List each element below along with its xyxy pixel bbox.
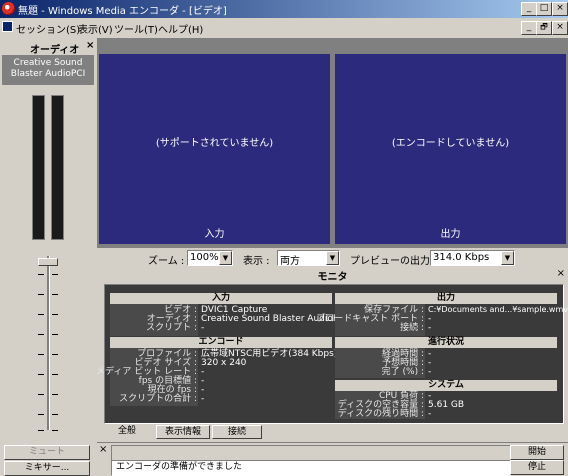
stop-button[interactable]: 停止 — [510, 460, 564, 475]
encode-value-video-size: 320 x 240 — [201, 358, 247, 368]
preview-output-select[interactable]: 314.0 Kbps ▼ — [430, 250, 515, 266]
input-video-message: (サポートされていません) — [155, 138, 274, 149]
output-label-connection: 接続 : — [400, 323, 424, 333]
input-value-script: - — [201, 323, 205, 333]
menu-help[interactable]: ヘルプ(H) — [158, 21, 203, 36]
menu-tools[interactable]: ツール(T) — [114, 21, 158, 36]
view-value: 両方 — [280, 256, 300, 267]
progress-bar — [111, 445, 511, 461]
menu-view[interactable]: 表示(V) — [78, 21, 113, 36]
output-video-pane: (エンコードしていません) 出力 — [335, 54, 566, 244]
output-video-message: (エンコードしていません) — [391, 138, 510, 149]
input-video-pane: (サポートされていません) 入力 — [99, 54, 330, 244]
close-icon[interactable]: × — [99, 444, 107, 455]
bottom-divider — [97, 442, 568, 443]
menu-bar: セッション(S) 表示(V) ツール(T) ヘルプ(H) _ 🗗 × — [0, 18, 568, 36]
preview-controls: ズーム : 100% ▼ 表示 : 両方 ▼ プレビューの出力 : 314.0 … — [97, 248, 568, 268]
preview-output-label: プレビューの出力 : — [350, 256, 437, 267]
chevron-down-icon[interactable]: ▼ — [326, 251, 339, 265]
output-value-connection: - — [428, 323, 432, 333]
mdi-restore-button[interactable]: 🗗 — [536, 21, 552, 35]
output-section-title: 出力 — [335, 293, 557, 304]
input-label-script: スクリプト : — [146, 323, 197, 333]
app-icon — [2, 2, 15, 15]
menu-session[interactable]: セッション(S) — [16, 21, 80, 36]
title-bar: 無題 - Windows Media エンコーダ - [ビデオ] _ □ × — [0, 0, 568, 18]
encode-section-title: エンコード — [110, 337, 332, 348]
document-icon[interactable] — [2, 21, 13, 32]
audio-level-meter-left — [32, 95, 45, 240]
start-button[interactable]: 開始 — [510, 445, 564, 460]
zoom-value: 100% — [190, 252, 219, 263]
mdi-minimize-button[interactable]: _ — [521, 21, 537, 35]
audio-panel-header: オーディオ × — [0, 38, 97, 56]
view-label: 表示 : — [243, 256, 270, 267]
output-video-label: 出力 — [440, 229, 461, 240]
view-select[interactable]: 両方 ▼ — [277, 250, 340, 267]
encode-value-script-total: - — [201, 394, 205, 404]
system-section-title: システム — [335, 380, 557, 391]
system-value-disk-time: - — [428, 409, 432, 419]
close-icon[interactable]: × — [86, 40, 94, 51]
mixer-button[interactable]: ミキサー... — [4, 461, 90, 476]
mdi-close-button[interactable]: × — [552, 21, 568, 35]
tab-display-info[interactable]: 表示情報 — [156, 425, 210, 439]
video-area: (サポートされていません) 入力 (エンコードしていません) 出力 — [97, 38, 568, 248]
window-title: 無題 - Windows Media エンコーダ - [ビデオ] — [18, 6, 227, 17]
audio-device-name: Creative Sound Blaster AudioPCI — [2, 55, 94, 85]
encode-label-script-total: スクリプトの合計 : — [119, 394, 197, 404]
progress-value-complete: - — [428, 367, 432, 377]
zoom-label: ズーム : — [148, 256, 185, 267]
input-video-label: 入力 — [204, 229, 225, 240]
volume-ticks — [38, 256, 58, 436]
monitor-title: モニタ — [317, 272, 348, 283]
system-label-disk-time: ディスクの残り時間 : — [337, 409, 424, 419]
audio-panel: オーディオ × Creative Sound Blaster AudioPCI … — [0, 38, 97, 476]
progress-label-complete: 完了 (%) : — [381, 367, 424, 377]
progress-section-title: 進行状況 — [335, 337, 557, 348]
chevron-down-icon[interactable]: ▼ — [219, 251, 232, 265]
close-icon[interactable]: × — [557, 268, 565, 279]
preview-output-value: 314.0 Kbps — [433, 252, 490, 263]
system-value-disk-free: 5.61 GB — [428, 400, 465, 410]
status-bar: エンコーダの準備ができました — [111, 460, 511, 476]
maximize-button[interactable]: □ — [536, 2, 552, 16]
mute-button[interactable]: ミュート — [4, 445, 90, 460]
minimize-button[interactable]: _ — [521, 2, 537, 16]
input-section-title: 入力 — [110, 293, 332, 304]
output-value-file: C:¥Documents and...¥sample.wmv — [428, 305, 568, 314]
chevron-down-icon[interactable]: ▼ — [501, 251, 514, 265]
zoom-select[interactable]: 100% ▼ — [187, 250, 233, 266]
close-button[interactable]: × — [552, 2, 568, 16]
monitor-panel: 入力 ビデオ : オーディオ : スクリプト : DVIC1 Capture C… — [96, 284, 568, 424]
audio-panel-title: オーディオ — [30, 45, 80, 56]
tab-general[interactable]: 全般 — [108, 425, 146, 439]
tab-connection[interactable]: 接続 — [212, 425, 262, 439]
audio-level-meter-right — [51, 95, 64, 240]
monitor-header: モニタ × — [97, 268, 568, 283]
